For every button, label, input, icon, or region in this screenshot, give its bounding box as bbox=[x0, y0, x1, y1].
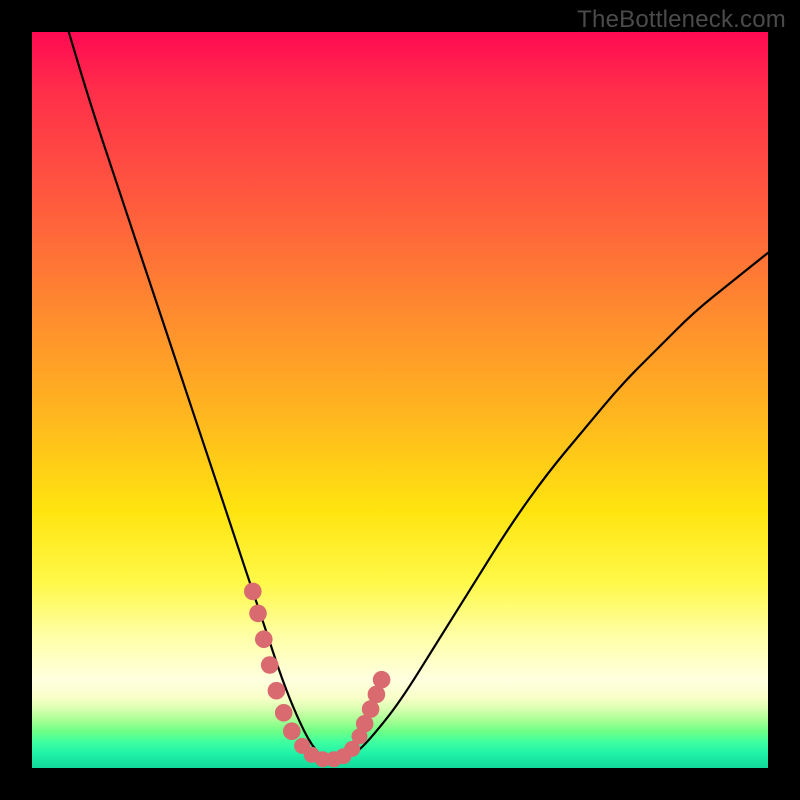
curve-marker bbox=[268, 682, 286, 700]
curve-svg bbox=[32, 32, 768, 768]
curve-marker bbox=[283, 722, 301, 740]
chart-frame: TheBottleneck.com bbox=[0, 0, 800, 800]
curve-marker bbox=[373, 671, 391, 689]
gradient-plot-area bbox=[32, 32, 768, 768]
curve-marker bbox=[275, 704, 293, 722]
bottleneck-curve bbox=[69, 32, 768, 761]
curve-marker bbox=[244, 583, 262, 601]
curve-marker bbox=[261, 656, 279, 674]
curve-marker bbox=[249, 605, 267, 623]
watermark-text: TheBottleneck.com bbox=[577, 6, 786, 34]
curve-marker bbox=[255, 630, 273, 648]
